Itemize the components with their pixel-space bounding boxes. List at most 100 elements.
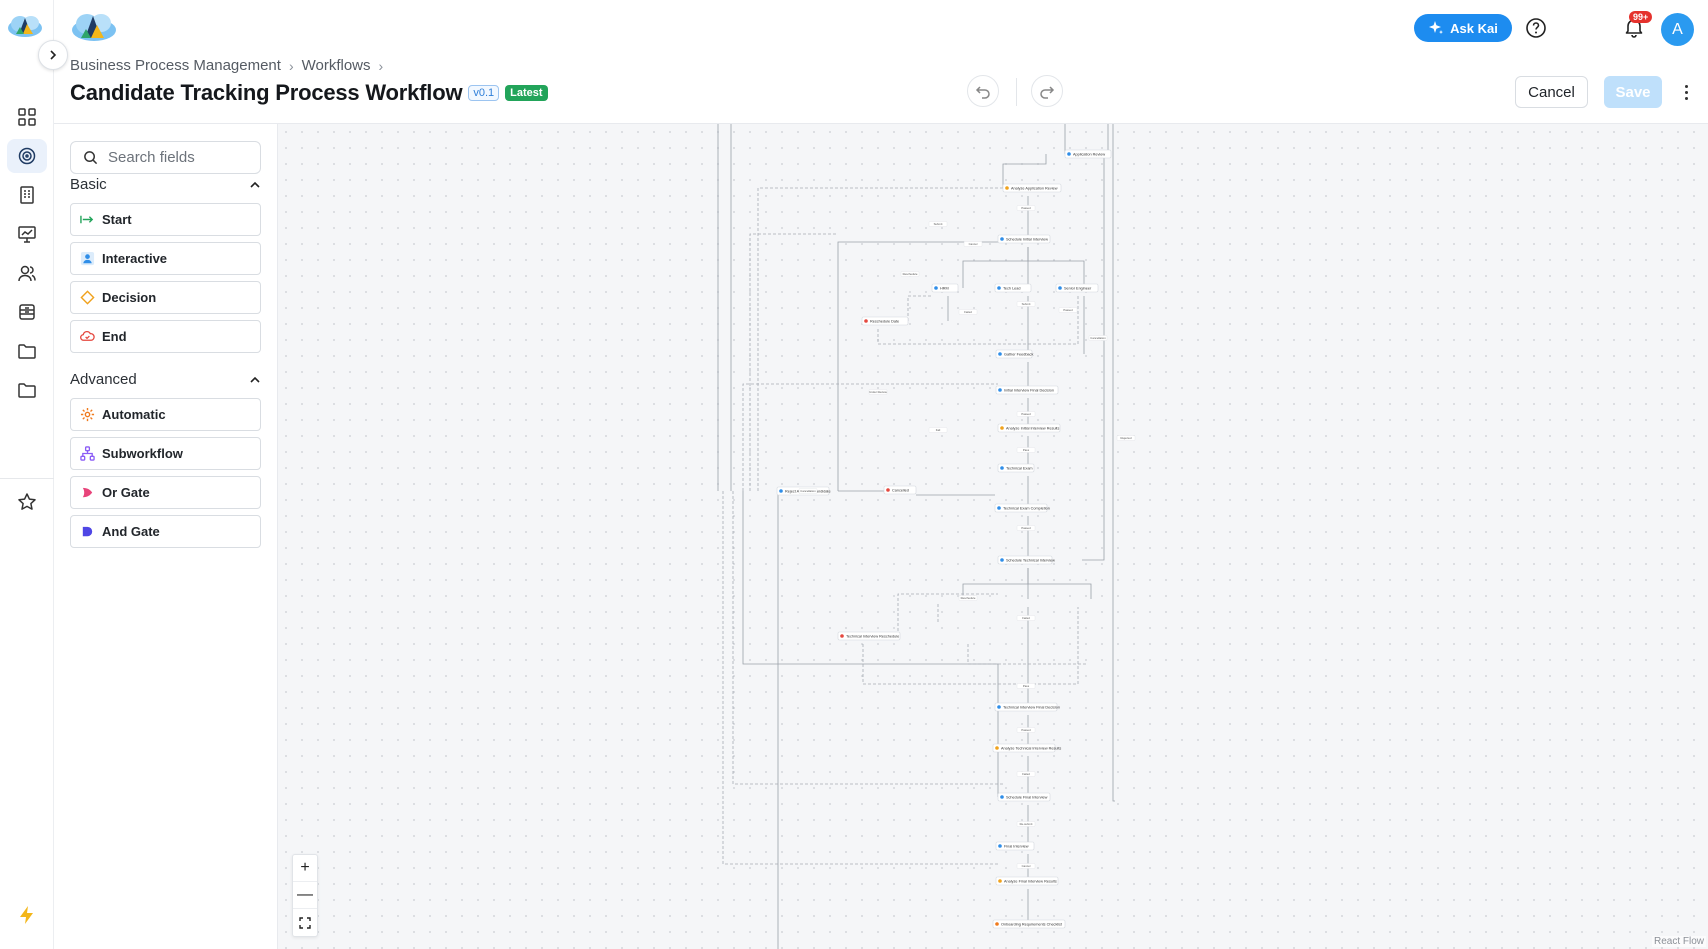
page-title: Candidate Tracking Process Workflow bbox=[70, 80, 463, 105]
edge-label: Failed bbox=[1022, 772, 1030, 776]
workflow-node-icon bbox=[886, 488, 890, 492]
workflow-node-label: Analyze Technical Interview Results bbox=[1001, 747, 1061, 751]
workflow-node-icon bbox=[995, 746, 999, 750]
nav-buildings[interactable] bbox=[7, 178, 47, 212]
workflow-node-icon bbox=[934, 286, 938, 290]
workflow-node-label: Tech Lead bbox=[1003, 287, 1021, 291]
workflow-node-icon bbox=[1000, 795, 1004, 799]
palette-item-end[interactable]: End bbox=[70, 320, 261, 353]
archive-icon bbox=[19, 304, 35, 320]
and-gate-icon bbox=[82, 526, 93, 537]
advanced-section-header[interactable]: Advanced bbox=[70, 371, 261, 388]
search-icon bbox=[84, 151, 98, 165]
ask-kai-button[interactable]: Ask Kai bbox=[1414, 14, 1512, 42]
zoom-out-button[interactable]: — bbox=[293, 882, 317, 909]
nav-favorites[interactable] bbox=[7, 485, 47, 519]
workflow-node-icon bbox=[998, 879, 1002, 883]
search-input[interactable] bbox=[108, 149, 248, 166]
palette-item-start[interactable]: Start bbox=[70, 203, 261, 236]
flow-connector bbox=[837, 241, 998, 491]
breadcrumb-item-bpm[interactable]: Business Process Management bbox=[70, 57, 281, 74]
grid-icon bbox=[18, 108, 36, 126]
edge-label: Fail bbox=[936, 428, 941, 432]
nav-dashboard[interactable] bbox=[7, 100, 47, 134]
basic-section-title: Basic bbox=[70, 176, 107, 193]
nav-folder-one[interactable] bbox=[7, 334, 47, 368]
react-flow-attribution[interactable]: React Flow bbox=[1651, 936, 1706, 947]
workflow-node-label: Gather Feedback bbox=[1004, 353, 1033, 357]
chevron-right-icon: › bbox=[378, 57, 384, 74]
breadcrumb-item-workflows[interactable]: Workflows bbox=[302, 57, 371, 74]
undo-button[interactable] bbox=[967, 75, 999, 107]
zoom-in-button[interactable]: + bbox=[293, 855, 317, 882]
user-avatar[interactable]: A bbox=[1661, 13, 1694, 46]
flow-connector bbox=[1002, 154, 1047, 188]
help-button[interactable] bbox=[1525, 17, 1547, 39]
workflow-node-icon bbox=[1000, 558, 1004, 562]
redo-button[interactable] bbox=[1031, 75, 1063, 107]
nav-folder-two[interactable] bbox=[7, 373, 47, 407]
workflow-node-label: Technical Interview Reschedule bbox=[846, 635, 899, 639]
edge-label: Reschedule bbox=[903, 272, 918, 276]
app-logo-small[interactable] bbox=[6, 12, 44, 43]
flow-connector-dashed bbox=[907, 295, 932, 321]
palette-item-subworkflow[interactable]: Subworkflow bbox=[70, 437, 261, 470]
arrow-right-icon bbox=[80, 215, 94, 224]
palette-item-interactive[interactable]: Interactive bbox=[70, 242, 261, 275]
version-badge: v0.1 bbox=[468, 85, 500, 101]
fit-view-button[interactable] bbox=[293, 909, 317, 936]
lightning-icon[interactable] bbox=[17, 905, 37, 930]
edge-label: Reschedule bbox=[961, 596, 976, 600]
chevron-up-icon bbox=[250, 181, 260, 188]
basic-section-header[interactable]: Basic bbox=[70, 176, 261, 193]
workflow-node-label: Cancelled bbox=[892, 489, 909, 493]
palette-item-label: Or Gate bbox=[102, 485, 150, 500]
workflow-node-label: Analyze Application Review bbox=[1011, 187, 1058, 191]
edge-label: Passed bbox=[1021, 728, 1031, 732]
workflow-diagram[interactable]: Application Review Analyze Application Re… bbox=[278, 124, 1708, 949]
palette-item-decision[interactable]: Decision bbox=[70, 281, 261, 314]
folder-icon bbox=[18, 383, 36, 398]
edge-label: Pass bbox=[1023, 448, 1030, 452]
person-icon bbox=[80, 251, 95, 266]
more-options-button[interactable] bbox=[1678, 80, 1694, 104]
workflow-node-label: Technical Exam bbox=[1006, 467, 1033, 471]
node-palette: Basic Start Interactive Decision End Adv… bbox=[54, 124, 278, 949]
palette-item-or-gate[interactable]: Or Gate bbox=[70, 476, 261, 509]
palette-item-label: End bbox=[102, 329, 127, 344]
workflow-node-icon bbox=[1000, 426, 1004, 430]
palette-item-label: And Gate bbox=[102, 524, 160, 539]
workflow-node-icon bbox=[1067, 152, 1071, 156]
workflow-canvas[interactable]: Application Review Analyze Application Re… bbox=[278, 124, 1708, 949]
nav-rail bbox=[0, 0, 68, 949]
cloud-check-icon bbox=[80, 330, 95, 341]
sparkle-icon bbox=[1429, 21, 1444, 34]
edge-label: Failed bbox=[964, 310, 972, 314]
redo-icon bbox=[1040, 86, 1055, 99]
save-button[interactable]: Save bbox=[1604, 76, 1662, 108]
edge-label: Cancellation bbox=[1090, 336, 1106, 340]
chevron-up-icon bbox=[250, 376, 260, 383]
nav-users[interactable] bbox=[7, 256, 47, 290]
workflow-node-label: Schedule Final Interview bbox=[1006, 796, 1048, 800]
palette-item-automatic[interactable]: Automatic bbox=[70, 398, 261, 431]
nav-archive[interactable] bbox=[7, 295, 47, 329]
workflow-node-label: Technical Interview Final Decision bbox=[1003, 706, 1060, 710]
or-gate-icon bbox=[82, 487, 93, 498]
cancel-button[interactable]: Cancel bbox=[1515, 76, 1588, 108]
palette-item-and-gate[interactable]: And Gate bbox=[70, 515, 261, 548]
flow-connector bbox=[1027, 568, 1092, 599]
nav-analytics[interactable] bbox=[7, 217, 47, 251]
brand-logo[interactable] bbox=[70, 10, 118, 47]
edge-label: Failed bbox=[1022, 616, 1030, 620]
edge-label: Pass bbox=[1023, 684, 1030, 688]
edge-label: Cancel bbox=[1022, 864, 1031, 868]
palette-item-label: Decision bbox=[102, 290, 157, 305]
star-icon bbox=[18, 493, 36, 510]
workflow-node-icon bbox=[1058, 286, 1062, 290]
search-field[interactable] bbox=[70, 141, 261, 174]
building-icon bbox=[20, 186, 34, 204]
workflow-node-label: HRM bbox=[940, 287, 949, 291]
nav-process[interactable] bbox=[7, 139, 47, 173]
expand-sidebar-button[interactable] bbox=[38, 40, 68, 70]
